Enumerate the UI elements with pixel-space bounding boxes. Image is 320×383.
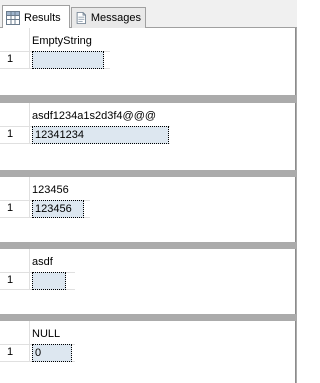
result-cell[interactable] (32, 272, 66, 290)
results-panes: EmptyString 1 asdf1234a1s2d3f4@@@ 1 1234… (0, 28, 297, 383)
row-number[interactable]: 1 (7, 52, 13, 67)
result-grid[interactable]: asdf 1 (0, 249, 296, 314)
result-tabs: Results Messages (0, 0, 297, 29)
result-grid[interactable]: asdf1234a1s2d3f4@@@ 1 12341234 (0, 103, 296, 170)
row-number[interactable]: 1 (7, 273, 13, 288)
result-cell[interactable]: 123456 (32, 200, 84, 218)
tab-results-label: Results (24, 11, 61, 24)
result-cell[interactable]: 12341234 (32, 126, 169, 144)
column-header[interactable]: 123456 (32, 183, 69, 198)
result-cell[interactable] (32, 51, 104, 69)
column-header[interactable]: NULL (32, 327, 60, 342)
column-header[interactable]: asdf1234a1s2d3f4@@@ (32, 109, 156, 124)
row-header-divider (29, 249, 30, 289)
tab-messages-label: Messages (90, 12, 141, 24)
row-header-divider (29, 103, 30, 143)
result-cell[interactable]: 0 (32, 344, 72, 362)
row-number[interactable]: 1 (7, 201, 13, 216)
row-number[interactable]: 1 (7, 345, 13, 360)
grid-icon (6, 10, 20, 25)
result-grid[interactable]: NULL 1 0 (0, 321, 296, 383)
row-header-divider (29, 28, 30, 68)
row-header-divider (29, 177, 30, 217)
result-grid[interactable]: 123456 1 123456 (0, 177, 296, 242)
column-header[interactable]: EmptyString (32, 34, 92, 49)
row-number[interactable]: 1 (7, 127, 13, 142)
column-header[interactable]: asdf (32, 255, 53, 270)
row-header-divider (29, 321, 30, 361)
document-icon (76, 12, 87, 24)
tab-messages[interactable]: Messages (71, 7, 146, 28)
result-grid[interactable]: EmptyString 1 (0, 28, 296, 95)
tab-results[interactable]: Results (2, 5, 70, 29)
